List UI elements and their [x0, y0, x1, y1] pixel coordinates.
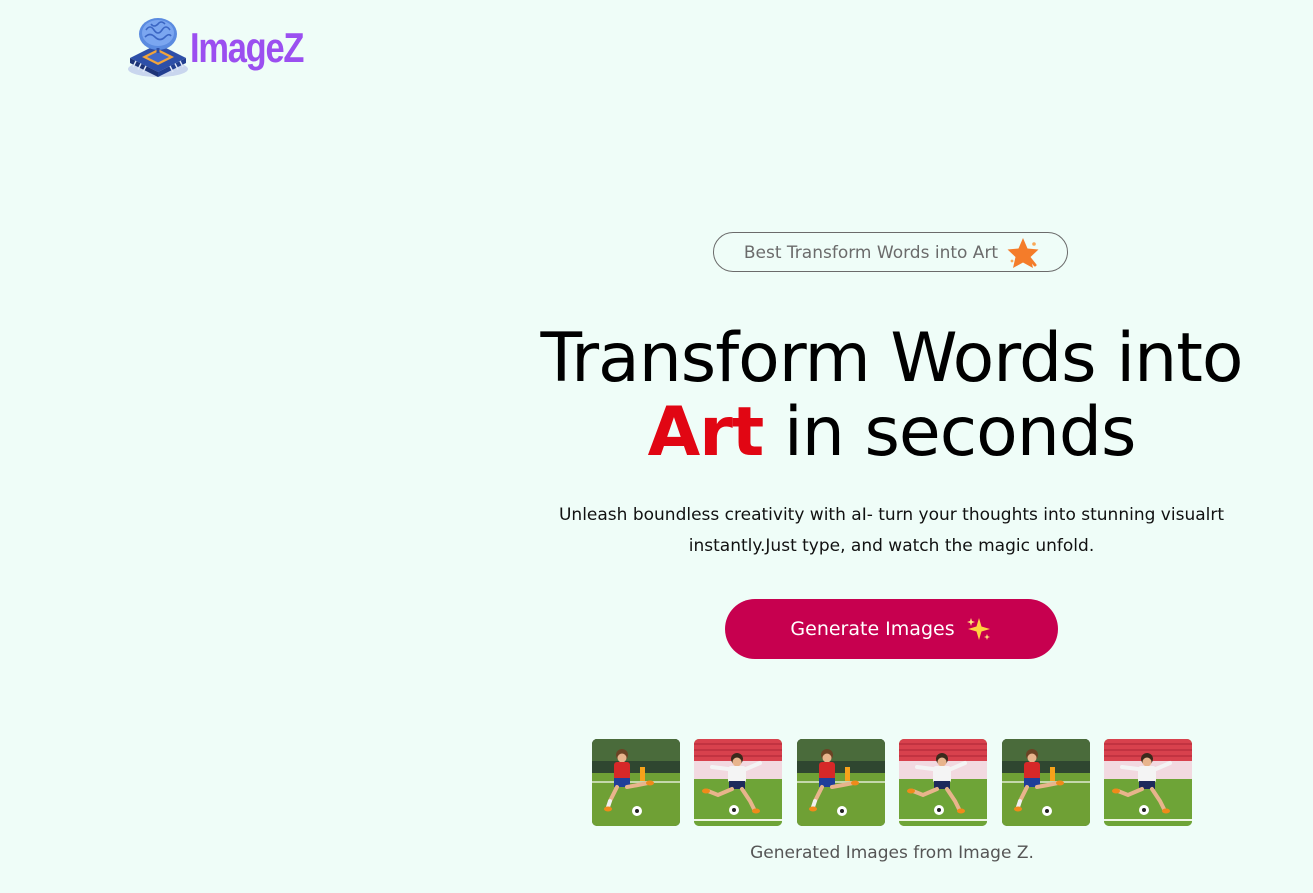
brand-name: ImageZ [190, 24, 304, 71]
generated-image-1[interactable] [592, 739, 680, 826]
generated-image-5[interactable] [1002, 739, 1090, 826]
generated-image-3[interactable] [797, 739, 885, 826]
hero-title-line2: in seconds [783, 393, 1137, 472]
generated-image-2[interactable] [694, 739, 782, 826]
generated-image-4[interactable] [899, 739, 987, 826]
gallery-caption: Generated Images from Image Z. [750, 843, 1034, 863]
hero-title: Transform Words into Art in seconds [470, 322, 1313, 470]
hero-subtitle: Unleash boundless creativity with aI- tu… [558, 505, 1225, 556]
generated-images-gallery [592, 739, 1192, 826]
hero-title-accent: Art [647, 393, 765, 472]
generated-image-6[interactable] [1104, 739, 1192, 826]
tagline-badge-text: Best Transform Words into Art [743, 243, 999, 263]
hero-title-line1: Transform Words into [540, 319, 1244, 398]
sparkles-icon [966, 618, 990, 640]
brain-chip-icon [128, 18, 188, 77]
generate-images-label: Generate Images [790, 618, 955, 640]
generate-images-button[interactable]: Generate Images [725, 599, 1058, 659]
sparkle-star-icon [1007, 238, 1039, 268]
brand-logo[interactable]: ImageZ [124, 12, 328, 80]
